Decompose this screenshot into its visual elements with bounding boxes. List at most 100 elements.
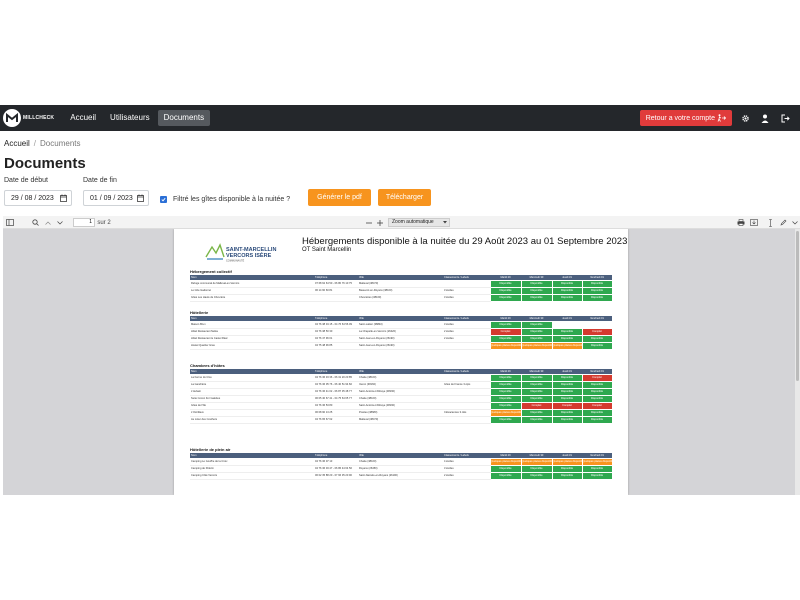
status-badge: Disponible	[581, 471, 613, 480]
status-badge: Disponible	[581, 341, 613, 350]
status-badge: Disponible	[520, 380, 553, 389]
table-row: La Ferme du Clos 04 76 36 33 36 - 06 31 2…	[190, 373, 613, 382]
logout-icon[interactable]	[780, 113, 790, 123]
cell-label: 3 étoiles	[443, 465, 490, 473]
cell-city: Presles (38680)	[358, 409, 443, 417]
status-badge: Disponible	[489, 394, 522, 403]
next-page-icon[interactable]	[55, 216, 65, 229]
more-tools-icon[interactable]	[790, 216, 800, 229]
nav-accueil[interactable]: Accueil	[64, 110, 102, 126]
save-icon[interactable]	[749, 216, 759, 229]
cell-label	[443, 374, 490, 382]
status-badge: Disponible	[581, 464, 613, 473]
generate-pdf-button[interactable]: Générer le pdf	[308, 189, 371, 206]
walk-arrow-icon	[717, 114, 726, 122]
zoom-out-icon[interactable]	[364, 216, 374, 229]
filter-checkbox-row: Filtré les gîtes disponible à la nuitée …	[160, 196, 290, 203]
cell-label	[443, 395, 490, 403]
status-badge: Disponible	[551, 408, 583, 417]
zoom-select-value: Zoom automatique	[392, 219, 434, 225]
page-number-input[interactable]: 1	[73, 218, 95, 227]
cell-city: Chatte (38160)	[358, 458, 443, 466]
status-badge: Disponible	[520, 415, 553, 424]
start-date-input[interactable]: 29 / 08 / 2023	[4, 190, 72, 206]
status-badge: Disponible	[489, 373, 522, 382]
cell-name: Au cœur des Couthers	[190, 416, 314, 424]
status-badge: Disponible	[520, 387, 553, 396]
pdf-viewer[interactable]: SAINT-MARCELLIN VERCORS ISÈRE COMMUNAUTÉ…	[3, 229, 800, 495]
status-badge: Disponible	[551, 286, 583, 295]
nav-utilisateurs[interactable]: Utilisateurs	[104, 110, 156, 126]
status-badge: Disponible	[581, 394, 613, 403]
cell-phone: 04 76 36 05 76 - 06 40 51 94 82	[314, 381, 358, 389]
status-badge: Disponible	[551, 415, 583, 424]
table-row: Hôtel Restaurant Nelka 04 76 38 50 30 La C…	[190, 327, 613, 336]
text-cursor-icon[interactable]	[765, 216, 775, 229]
calendar-icon[interactable]	[60, 194, 67, 202]
status-badge: Disponible	[551, 373, 583, 382]
draw-icon[interactable]	[778, 216, 788, 229]
availability-table: Nom Téléphone Ville Classements / Labels Mar…	[190, 275, 613, 302]
status-badge: Disponible	[489, 401, 522, 410]
status-badge: Quelques places disponibles	[520, 457, 553, 466]
saint-marcellin-logo: SAINT-MARCELLIN VERCORS ISÈRE COMMUNAUTÉ	[204, 239, 284, 267]
availability-table: Nom Téléphone Ville Classements / Labels Mar…	[190, 369, 613, 424]
gear-icon[interactable]	[740, 113, 750, 123]
cell-phone: 06 14 60 60 81	[314, 287, 358, 295]
table-row: Maison Brun 04 76 38 04 15 - 04 76 64 56 …	[190, 320, 613, 329]
brand-name: MILLCHECK	[23, 115, 55, 121]
status-badge: Disponible	[489, 464, 522, 473]
pdf-scrollbar[interactable]	[795, 229, 800, 495]
zoom-in-icon[interactable]	[375, 216, 385, 229]
print-icon[interactable]	[736, 216, 746, 229]
filter-checkbox[interactable]	[160, 196, 167, 203]
cell-label: Gîtes de France 3 épis	[443, 381, 490, 389]
cell-city: Chevrières (38160)	[358, 294, 443, 302]
brand[interactable]: MILLCHECK	[3, 105, 54, 131]
status-badge: Disponible	[520, 471, 553, 480]
pdf-scrollbar-thumb[interactable]	[796, 231, 799, 381]
cell-phone: 04 76 36 53 80	[314, 402, 358, 410]
end-date-input[interactable]: 01 / 09 / 2023	[83, 190, 149, 206]
cell-label	[443, 342, 490, 350]
download-button[interactable]: Télécharger	[378, 189, 431, 206]
back-to-account-button[interactable]: Retour a votre compte	[639, 110, 732, 126]
cell-phone: 07 68 62 64 50 - 06 80 76 10 75	[314, 280, 358, 288]
calendar-icon[interactable]	[137, 194, 144, 202]
pdf-toolbar: 1 sur 2 Zoom automatique	[3, 216, 800, 229]
status-badge	[581, 320, 613, 329]
cell-city: Saint-Jean-en-Royans (26190)	[358, 342, 443, 350]
status-badge	[551, 320, 583, 329]
table-row: Gîtes de l'Ille 04 76 36 53 80 Saint-Antoi…	[190, 401, 613, 410]
filter-checkbox-label[interactable]: Filtré les gîtes disponible à la nuitée …	[173, 196, 290, 203]
availability-table: Nom Téléphone Ville Classements / Labels Mar…	[190, 453, 613, 480]
status-badge: Complet	[581, 327, 613, 336]
zoom-select[interactable]: Zoom automatique	[388, 218, 450, 227]
breadcrumb-home[interactable]: Accueil	[4, 139, 30, 148]
cell-name: Le Gîte Gadonné	[190, 287, 314, 295]
status-badge: Disponible	[551, 380, 583, 389]
cell-city: Chatte (38160)	[358, 374, 443, 382]
table-row: L'Aubain 04 76 36 41 02 - 06 87 35 48 77 S…	[190, 387, 613, 396]
status-badge: Quelques places disponibles	[581, 457, 613, 466]
table-row: L'Ostrillaux 06 08 90 13 25 Presles (38680…	[190, 408, 613, 417]
status-badge: Disponible	[520, 293, 553, 302]
status-badge: Quelques places disponibles	[520, 341, 553, 350]
status-badge: Disponible	[551, 327, 583, 336]
cell-city: Chatte (38160)	[358, 395, 443, 403]
cell-phone: 04 76 38 50 30	[314, 328, 358, 336]
cell-phone: 06 02 35 88 20 - 07 66 35 20 90	[314, 472, 358, 480]
cell-city: Beauvoir-en-Royans (38160)	[358, 287, 443, 295]
cell-label: 2 étoiles	[443, 328, 490, 336]
user-icon[interactable]	[760, 113, 770, 123]
nav-documents[interactable]: Documents	[157, 110, 211, 126]
sidebar-toggle-icon[interactable]	[5, 216, 15, 229]
status-badge: Disponible	[581, 380, 613, 389]
table-row: Hostel Quatrier Gras 04 75 48 96 85 Saint-…	[190, 341, 613, 350]
start-date-label: Date de début	[4, 177, 48, 184]
status-badge: Disponible	[551, 279, 583, 288]
previous-page-icon[interactable]	[43, 216, 53, 229]
status-badge: Disponible	[489, 320, 522, 329]
status-badge: Disponible	[520, 320, 553, 329]
search-icon[interactable]	[30, 216, 40, 229]
